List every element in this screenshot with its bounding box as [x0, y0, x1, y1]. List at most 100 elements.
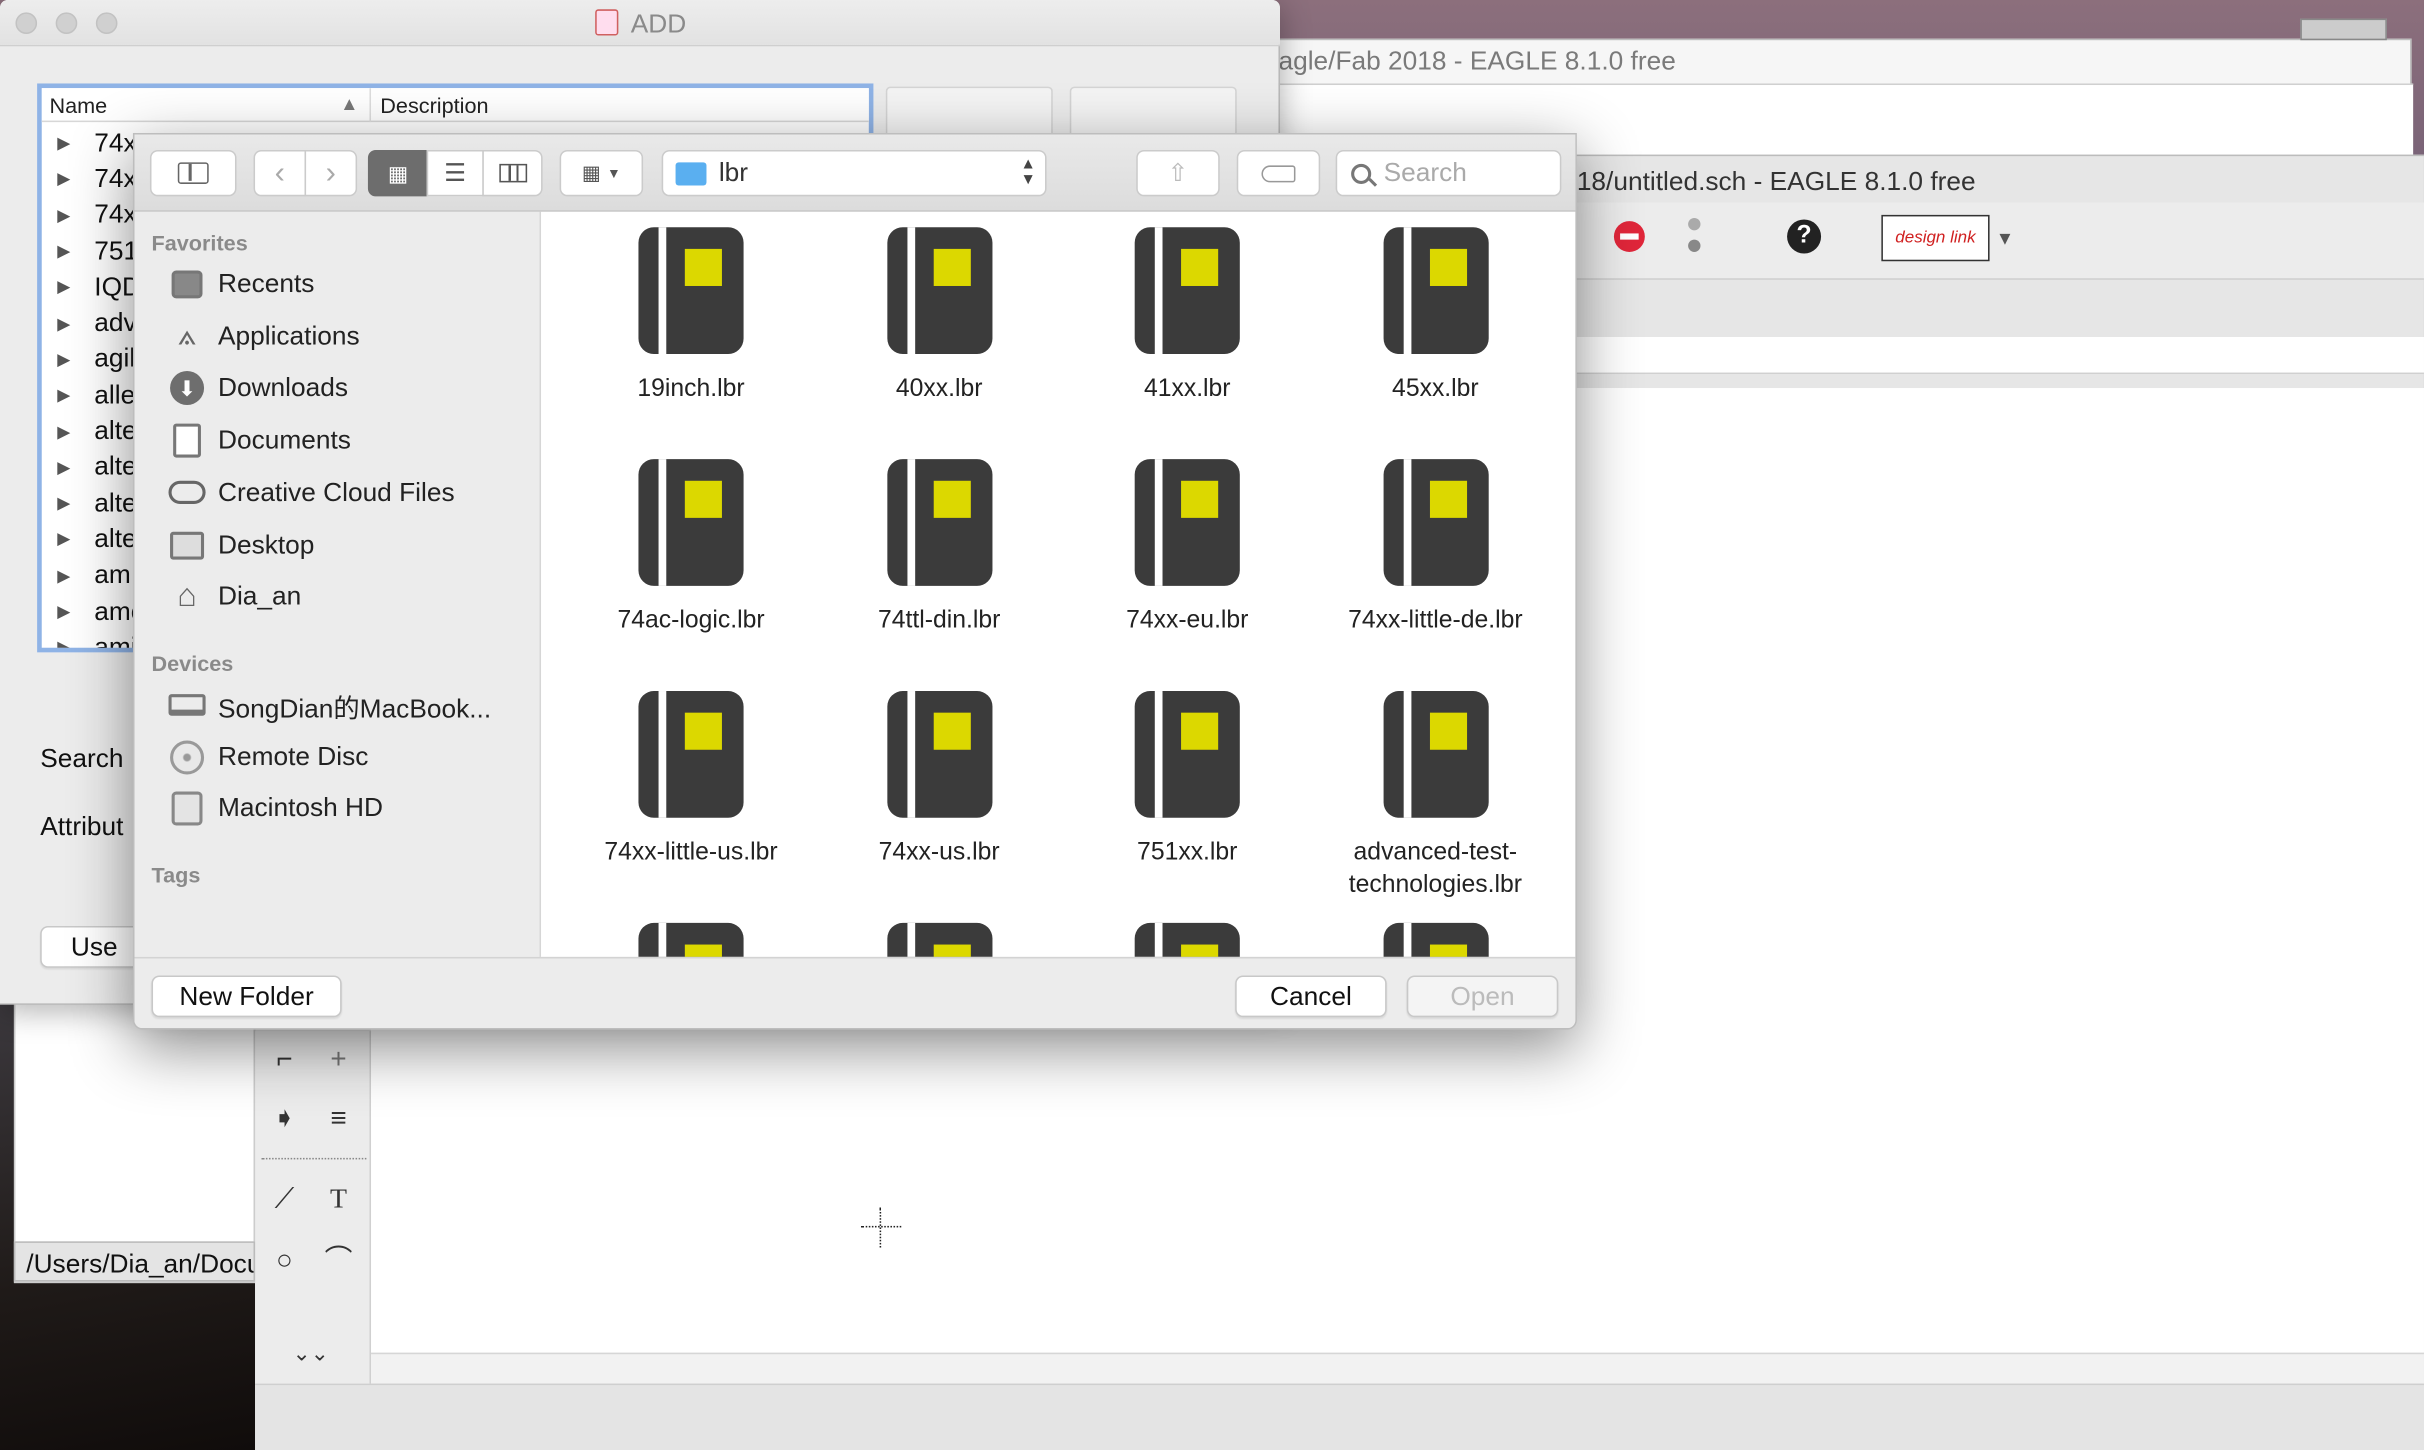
zoom-window-button[interactable] [95, 12, 118, 35]
sidebar-item[interactable]: SongDian的MacBook... [168, 682, 491, 728]
tree-row-label: alle [94, 379, 136, 410]
file-item[interactable] [1312, 922, 1559, 957]
new-folder-button[interactable]: New Folder [151, 975, 342, 1018]
search-field[interactable]: Search [1335, 149, 1562, 197]
file-name: 19inch.lbr [637, 375, 745, 402]
sidebar-item[interactable]: Recents [169, 261, 315, 307]
miter-tool-icon[interactable]: ⌐ [263, 1043, 306, 1075]
sidebar-item[interactable]: Documents [169, 418, 351, 464]
bus-tool-icon[interactable]: ≡ [317, 1102, 360, 1134]
cancel-button[interactable]: Cancel [1235, 975, 1387, 1018]
file-item[interactable]: 40xx.lbr [815, 227, 1062, 405]
file-item[interactable]: 751xx.lbr [1064, 691, 1311, 869]
disclosure-triangle-icon[interactable]: ▶ [57, 457, 94, 478]
circle-tool-icon[interactable]: ○ [263, 1244, 306, 1276]
file-item[interactable]: advanced-test-technologies.lbr [1312, 691, 1559, 901]
schematic-hscroll[interactable] [371, 1352, 2424, 1384]
sidebar-item[interactable]: ⬇ Downloads [169, 365, 348, 411]
disclosure-triangle-icon[interactable]: ▶ [57, 385, 94, 406]
help-icon[interactable]: ? [1787, 219, 1822, 254]
file-name: 40xx.lbr [895, 375, 983, 402]
sidebar-item[interactable]: Desktop [169, 522, 314, 568]
library-file-icon [1382, 922, 1488, 957]
location-popup[interactable]: lbr ▲ ▼ [661, 149, 1047, 197]
back-button[interactable]: ‹ [253, 149, 307, 197]
design-link-button[interactable]: design link [1881, 214, 1990, 262]
file-item[interactable]: 41xx.lbr [1064, 227, 1311, 405]
arrange-button[interactable]: ▦ ▼ [559, 149, 644, 197]
file-item[interactable]: 74xx-eu.lbr [1064, 459, 1311, 637]
disclosure-triangle-icon[interactable]: ▶ [57, 313, 94, 334]
disclosure-triangle-icon[interactable]: ▶ [57, 421, 94, 442]
disc-icon [169, 740, 206, 775]
file-item[interactable] [1064, 922, 1311, 957]
hard-drive-icon [169, 792, 206, 827]
file-item[interactable]: 74xx-little-de.lbr [1312, 459, 1559, 637]
wire-tool-icon[interactable]: ⟋ [263, 1183, 306, 1215]
disclosure-triangle-icon[interactable]: ▶ [57, 493, 94, 514]
pin-tool-icon[interactable]: ➧ [263, 1102, 306, 1134]
sidebar-item[interactable]: Creative Cloud Files [168, 470, 455, 516]
disclosure-triangle-icon[interactable]: ▶ [57, 349, 94, 370]
name-column-header[interactable]: Name [49, 93, 107, 118]
search-placeholder: Search [1383, 157, 1467, 188]
disclosure-triangle-icon[interactable]: ▶ [57, 277, 94, 298]
tags-button[interactable] [1236, 149, 1321, 197]
library-file-icon [1382, 459, 1488, 586]
file-grid[interactable]: 19inch.lbr 40xx.lbr 41xx.lbr 45xx.lbr 74ac-l… [541, 211, 1576, 957]
go-icon[interactable] [1688, 217, 1701, 255]
sidebar-item[interactable]: ⌂ Dia_an [169, 574, 301, 620]
sidebar-item[interactable]: Remote Disc [169, 734, 368, 780]
tags-header: Tags [151, 862, 201, 888]
list-view-button[interactable]: ☰ [426, 149, 484, 197]
sidebar-item[interactable]: ⟑ Applications [169, 313, 360, 359]
sidebar-toggle-button[interactable] [149, 149, 237, 197]
text-tool-icon[interactable]: T [317, 1183, 360, 1215]
sidebar-item-label: Recents [217, 268, 315, 299]
stop-icon[interactable] [1613, 221, 1645, 252]
file-name: advanced-test-technologies.lbr [1348, 839, 1522, 899]
disclosure-triangle-icon[interactable]: ▶ [57, 601, 94, 622]
file-item[interactable]: 19inch.lbr [567, 227, 814, 405]
sidebar-item-label: Downloads [217, 373, 348, 403]
library-file-icon [1134, 922, 1240, 957]
split-tool-icon[interactable]: + [317, 1043, 360, 1075]
file-item[interactable]: 74xx-us.lbr [815, 691, 1062, 869]
open-file-dialog: ‹ › ▦ ☰ ▦ ▼ lbr ▲ ▼ ⇧ Search Favorites Rec… [132, 132, 1577, 1030]
laptop-icon [168, 688, 206, 722]
open-button[interactable]: Open [1406, 975, 1559, 1018]
description-column-header[interactable]: Description [380, 93, 488, 118]
file-item[interactable] [567, 922, 814, 957]
design-link-dropdown-icon[interactable]: ▼ [1996, 227, 2014, 249]
share-button[interactable]: ⇧ [1136, 149, 1220, 197]
recents-icon [169, 267, 206, 301]
file-name: 41xx.lbr [1143, 375, 1231, 402]
file-item[interactable]: 74ac-logic.lbr [567, 459, 814, 637]
file-item[interactable]: 45xx.lbr [1312, 227, 1559, 405]
disclosure-triangle-icon[interactable]: ▶ [57, 133, 94, 154]
share-icon: ⇧ [1167, 160, 1189, 188]
disclosure-triangle-icon[interactable]: ▶ [57, 205, 94, 226]
attributes-label: Attribut [40, 811, 124, 841]
file-item[interactable]: 74xx-little-us.lbr [567, 691, 814, 869]
arc-tool-icon[interactable]: ⌒ [317, 1238, 360, 1278]
preview-panel-2 [1069, 86, 1237, 140]
library-file-icon [886, 459, 992, 586]
disclosure-triangle-icon[interactable]: ▶ [57, 529, 94, 550]
disclosure-triangle-icon[interactable]: ▶ [57, 637, 94, 648]
file-item[interactable]: 74ttl-din.lbr [815, 459, 1062, 637]
sidebar-item-label: Macintosh HD [217, 793, 384, 824]
disclosure-triangle-icon[interactable]: ▶ [57, 565, 94, 586]
chevron-down-icon: ▼ [607, 165, 621, 181]
forward-button[interactable]: › [304, 149, 358, 197]
icon-view-button[interactable]: ▦ [367, 149, 429, 197]
close-window-button[interactable] [15, 12, 38, 35]
minimize-window-button[interactable] [55, 12, 78, 35]
search-label: Search [40, 743, 124, 773]
file-item[interactable] [815, 922, 1062, 957]
expand-palette-icon[interactable]: ⌄⌄ [289, 1340, 332, 1366]
disclosure-triangle-icon[interactable]: ▶ [57, 169, 94, 190]
sidebar-item[interactable]: Macintosh HD [169, 786, 384, 832]
column-view-button[interactable] [482, 149, 543, 197]
disclosure-triangle-icon[interactable]: ▶ [57, 241, 94, 262]
